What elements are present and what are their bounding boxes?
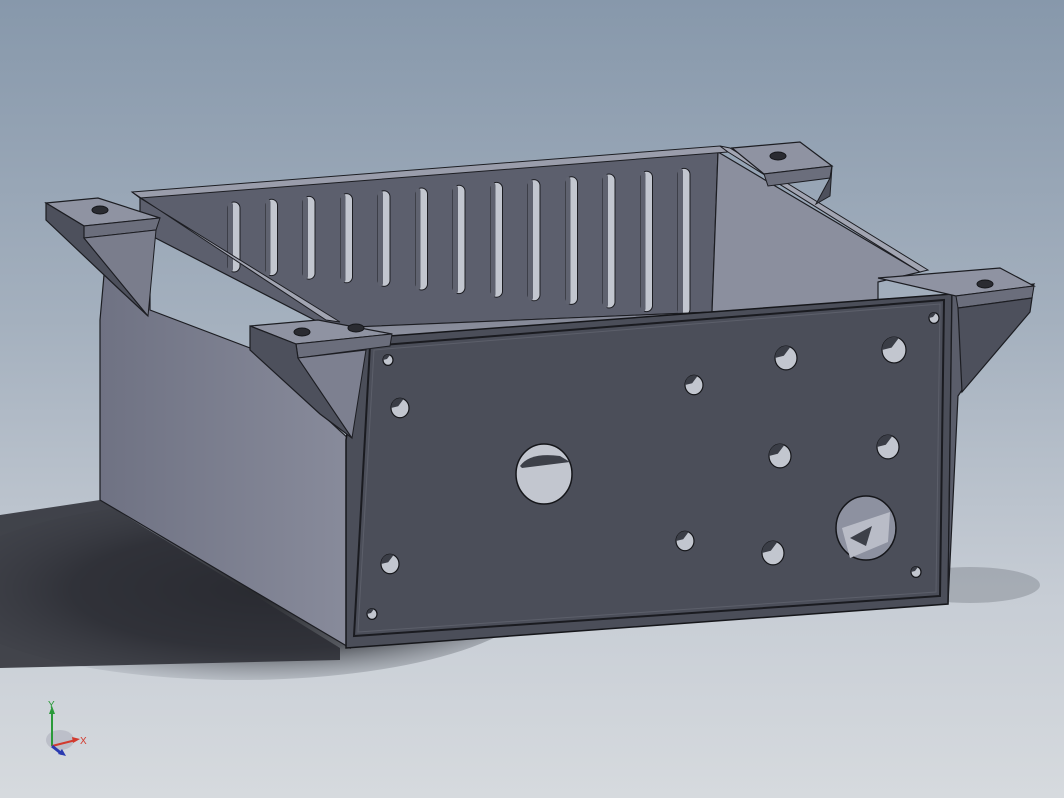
front-plate	[345, 293, 953, 649]
x-axis-label: X	[80, 736, 87, 747]
large-round-hole	[515, 443, 573, 505]
model-canvas[interactable]	[0, 0, 1064, 798]
bracket-front-right-side	[957, 297, 1033, 394]
large-port-hole	[835, 495, 897, 561]
bracket-hole	[91, 205, 109, 215]
x-axis-arrow	[72, 737, 80, 743]
vent-slot-shade	[603, 174, 608, 308]
bracket-hole	[293, 327, 311, 337]
bracket-hole	[347, 323, 365, 333]
coordinate-triad-icon: Y X	[46, 700, 87, 756]
graphics-viewport[interactable]: Y X	[0, 0, 1064, 798]
vent-slot-shade	[565, 176, 571, 305]
bracket-hole	[769, 151, 787, 161]
vent-slot-shade	[678, 168, 683, 316]
vent-slot-shade	[228, 202, 233, 272]
vent-slot-shade	[490, 182, 496, 298]
back-wall	[139, 151, 719, 329]
vent-slot-shade	[453, 185, 458, 294]
vent-slot-shade	[303, 196, 308, 280]
vent-slot-shade	[378, 190, 383, 287]
vent-slot-shade	[265, 199, 271, 276]
vent-slot-shade	[528, 179, 533, 301]
vent-slot-shade	[415, 188, 421, 290]
vent-slot-shade	[640, 171, 646, 312]
bracket-hole	[976, 279, 994, 289]
vent-slot-shade	[340, 193, 346, 283]
y-axis-label: Y	[48, 700, 55, 711]
